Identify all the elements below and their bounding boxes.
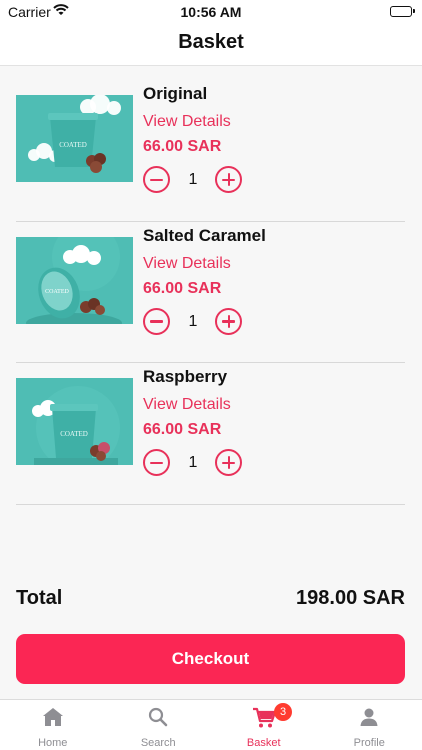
product-image[interactable]: COATED [16,236,133,324]
cart-count-badge: 3 [274,703,292,721]
item-name: Original [143,84,208,103]
quantity-stepper: 1 [143,166,243,194]
svg-text:COATED: COATED [59,141,87,149]
tab-label: Profile [353,737,385,749]
quantity-value: 1 [188,454,198,471]
item-price: 66.00 SAR [143,138,222,155]
basket-item: COATED Raspberry View Details 66.00 SAR … [16,363,405,505]
tab-label: Search [140,737,176,749]
clock: 10:56 AM [180,4,242,20]
quantity-value: 1 [188,171,198,188]
decrease-quantity-button[interactable] [143,449,170,476]
view-details-link[interactable]: View Details [143,396,231,414]
page-title: Basket [178,31,244,53]
battery-icon [390,6,415,17]
svg-text:COATED: COATED [45,289,69,295]
search-icon [106,707,212,729]
cart-icon [211,707,317,729]
increase-quantity-button[interactable] [215,166,242,193]
item-name: Salted Caramel [143,225,266,245]
basket-item: COATED Original View Details 66.00 SAR 1 [16,80,405,222]
tab-home[interactable]: Home [0,700,106,750]
nav-bar: Basket [0,24,422,66]
svg-text:COATED: COATED [60,430,88,438]
item-price: 66.00 SAR [143,421,222,438]
product-image[interactable]: COATED [16,378,133,465]
tab-label: Home [38,737,68,749]
item-price: 66.00 SAR [143,279,222,297]
total-row: Total 198.00 SAR [16,587,405,611]
basket-item: COATED Salted Caramel View Details 66.00… [16,222,405,363]
total-value: 198.00 SAR [296,587,405,609]
increase-quantity-button[interactable] [215,307,242,335]
view-details-link[interactable]: View Details [143,113,231,131]
status-bar: Carrier 10:56 AM [0,0,422,24]
home-icon [0,707,106,729]
person-icon [317,707,422,729]
decrease-quantity-button[interactable] [143,307,170,335]
increase-quantity-button[interactable] [215,449,242,476]
total-label: Total [16,587,63,609]
basket-list: COATED Original View Details 66.00 SAR 1 [16,80,405,505]
decrease-quantity-button[interactable] [143,166,170,193]
tab-basket[interactable]: 3 Basket [211,700,317,750]
quantity-stepper: 1 [143,449,243,477]
quantity-stepper: 1 [143,307,243,336]
tab-bar: Home Search 3 Basket Profile [0,699,422,750]
quantity-value: 1 [188,312,198,330]
item-name: Raspberry [143,367,228,386]
view-details-link[interactable]: View Details [143,255,231,273]
product-image[interactable]: COATED [16,95,133,182]
tab-profile[interactable]: Profile [317,700,422,750]
checkout-button[interactable]: Checkout [16,634,405,684]
tab-label: Basket [246,737,281,749]
tab-search[interactable]: Search [106,700,212,750]
